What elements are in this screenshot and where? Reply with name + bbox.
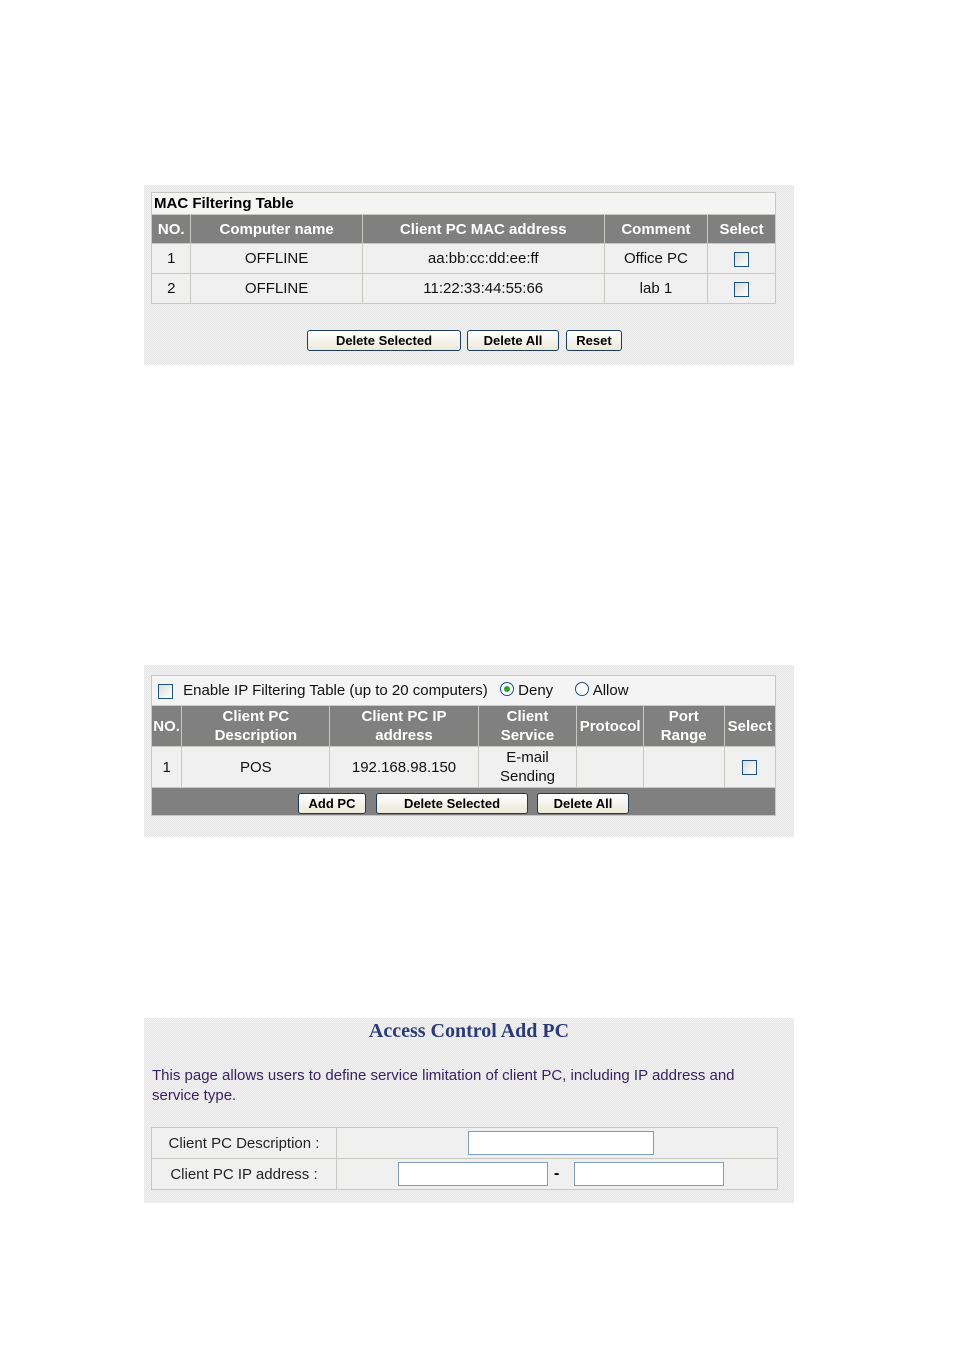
header-select: Select [724, 706, 775, 746]
header-text: Protocol [579, 717, 641, 735]
row-select-checkbox[interactable] [742, 760, 758, 776]
row-ip-address: 192.168.98.150 [330, 747, 478, 787]
row-select-cell [708, 244, 775, 273]
header-no: NO. [152, 706, 182, 746]
page-description: This page allows users to define service… [152, 1067, 735, 1104]
header-comment: Comment [604, 215, 708, 243]
allow-label: Allow [592, 682, 629, 699]
row-no: 1 [152, 747, 182, 787]
enable-row: Enable IP Filtering Table (up to 20 comp… [152, 676, 775, 705]
row-comment: Office PC [604, 244, 708, 273]
header-text: Range [660, 727, 707, 744]
ip-end-input[interactable] [574, 1162, 724, 1186]
header-computer-name: Computer name [191, 215, 362, 243]
deny-radio[interactable] [499, 682, 514, 696]
row-comment: lab 1 [604, 274, 708, 303]
description-input[interactable] [468, 1131, 654, 1155]
header-protocol: Protocol [577, 706, 643, 746]
ip-filtering-panel: Enable IP Filtering Table (up to 20 comp… [144, 665, 794, 837]
row-computer-name: OFFLINE [191, 244, 362, 273]
row-select-checkbox[interactable] [734, 281, 750, 297]
header-no: NO. [152, 215, 191, 243]
row-protocol [577, 747, 643, 787]
row-computer-name: OFFLINE [191, 274, 362, 303]
row-mac-address: aa:bb:cc:dd:ee:ff [362, 244, 604, 273]
ip-start-input[interactable] [398, 1162, 548, 1186]
service-text: Sending [499, 768, 556, 785]
table-row: 1 OFFLINE aa:bb:cc:dd:ee:ff Office PC [152, 244, 775, 273]
deny-label: Deny [518, 682, 554, 699]
delete-all-button[interactable]: Delete All [467, 330, 559, 351]
table-row: 1 POS 192.168.98.150 E-mail Sending [152, 747, 775, 787]
row-client-service: E-mail Sending [478, 747, 577, 787]
header-text: address [375, 727, 433, 744]
row-select-cell [708, 274, 775, 303]
header-text: Client PC IP [361, 708, 447, 725]
header-port-range: Port Range [643, 706, 724, 746]
header-select: Select [708, 215, 775, 243]
reset-button[interactable]: Reset [566, 330, 622, 351]
description-label: Client PC Description : [152, 1128, 336, 1158]
header-mac-address: Client PC MAC address [362, 215, 604, 243]
mac-table-caption: MAC Filtering Table [152, 193, 775, 214]
allow-radio[interactable] [575, 682, 590, 696]
row-no: 2 [152, 274, 191, 303]
ip-label: Client PC IP address : [152, 1159, 336, 1189]
add-pc-panel: Access Control Add PC This page allows u… [144, 1018, 794, 1203]
header-client-service: Client Service [478, 706, 577, 746]
delete-selected-button[interactable]: Delete Selected [376, 793, 528, 814]
add-pc-button[interactable]: Add PC [298, 793, 366, 814]
row-port-range [643, 747, 724, 787]
table-row: 2 OFFLINE 11:22:33:44:55:66 lab 1 [152, 274, 775, 303]
row-mac-address: 11:22:33:44:55:66 [362, 274, 604, 303]
mac-filtering-table: MAC Filtering Table NO. Computer name Cl… [151, 192, 776, 304]
header-text: Client PC [222, 708, 290, 725]
header-text: Service [500, 727, 555, 744]
ip-separator: - [554, 1165, 560, 1182]
header-text: NO. [153, 717, 180, 735]
row-description: POS [182, 747, 330, 787]
mac-filtering-panel: MAC Filtering Table NO. Computer name Cl… [144, 185, 794, 365]
enable-ip-filtering-checkbox[interactable] [158, 683, 173, 699]
page-title: Access Control Add PC [368, 1020, 570, 1042]
header-text: Description [214, 727, 298, 744]
service-text: E-mail [506, 749, 549, 766]
row-select-checkbox[interactable] [734, 251, 750, 267]
delete-selected-button[interactable]: Delete Selected [307, 330, 461, 351]
header-text: Client [506, 708, 549, 725]
header-description: Client PC Description [182, 706, 330, 746]
row-select-cell [724, 747, 775, 787]
delete-all-button[interactable]: Delete All [537, 793, 629, 814]
header-text: Port [668, 708, 699, 725]
row-no: 1 [152, 244, 191, 273]
enable-ip-filtering-label: Enable IP Filtering Table (up to 20 comp… [183, 682, 488, 699]
header-text: Select [727, 717, 772, 735]
header-ip-address: Client PC IP address [330, 706, 478, 746]
